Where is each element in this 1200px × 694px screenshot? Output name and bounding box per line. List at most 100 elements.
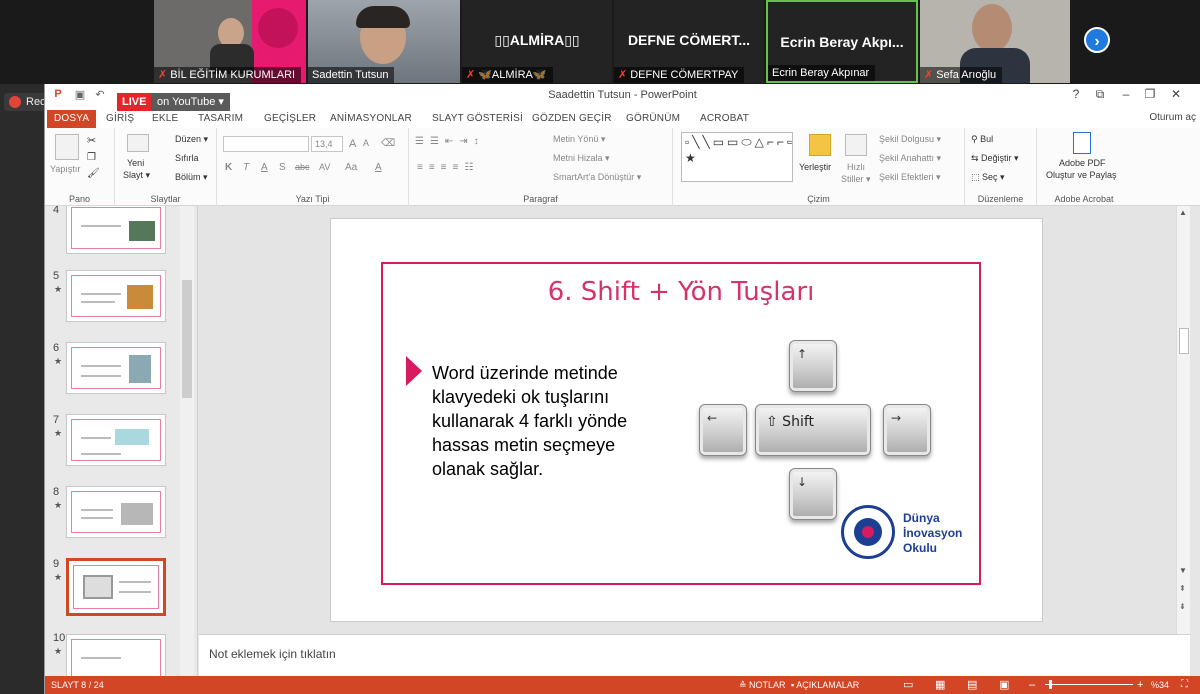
scrollbar-thumb[interactable]	[182, 280, 192, 398]
slide-title[interactable]: 6. Shift + Yön Tuşları	[383, 277, 979, 307]
grow-font-icon[interactable]: A	[349, 138, 356, 150]
youtube-stream-button[interactable]: on YouTube ▾	[151, 93, 230, 111]
next-slide-icon[interactable]: ⇟	[1179, 602, 1186, 611]
slide-thumbnail[interactable]	[66, 486, 166, 538]
slide-thumbnail[interactable]	[66, 414, 166, 466]
new-slide-dropdown[interactable]: Slayt ▾	[123, 170, 150, 181]
shape-outline-button[interactable]: Şekil Anahattı ▾	[879, 153, 941, 164]
participant-tile[interactable]: DEFNE CÖMERT... ✗ DEFNE CÖMERTPAY	[614, 0, 764, 83]
shapes-gallery[interactable]: ▫╲╲▭▭⬭△⌐⌐⇨⇩▱▯╮╭⌒{}★	[681, 132, 793, 182]
tab-dosya[interactable]: DOSYA	[47, 110, 97, 128]
tab-tasarim[interactable]: TASARIM	[191, 110, 250, 128]
participant-tile[interactable]: ✗ BİL EĞİTİM KURUMLARI	[154, 0, 306, 83]
replace-button[interactable]: ⇆ Değiştir ▾	[971, 153, 1019, 164]
adobe-pdf-icon[interactable]	[1073, 132, 1091, 154]
notes-button[interactable]: ≙ NOTLAR	[739, 676, 786, 694]
arrange-button[interactable]: Yerleştir	[799, 162, 831, 172]
font-color-button[interactable]: A	[375, 162, 382, 173]
tab-gorunum[interactable]: GÖRÜNÜM	[619, 110, 687, 128]
tab-gozden-gecir[interactable]: GÖZDEN GEÇİR	[525, 110, 619, 128]
slide-sorter-icon[interactable]: ▦	[935, 676, 945, 694]
arrange-icon[interactable]	[809, 134, 831, 156]
italic-button[interactable]: T	[243, 162, 249, 173]
tab-acrobat[interactable]: ACROBAT	[693, 110, 756, 128]
copy-icon[interactable]: ❐	[87, 152, 96, 163]
live-badge[interactable]: LIVE	[117, 93, 152, 111]
zoom-in-icon[interactable]: +	[1137, 676, 1143, 694]
reset-button[interactable]: Sıfırla	[175, 153, 199, 163]
bold-button[interactable]: K	[225, 162, 232, 173]
shadow-button[interactable]: S	[279, 162, 286, 173]
select-button[interactable]: ⬚ Seç ▾	[971, 172, 1005, 183]
ribbon-options-button[interactable]: ⧉	[1089, 87, 1111, 102]
animation-star-icon: ★	[54, 428, 63, 438]
minimize-button[interactable]: –	[1115, 87, 1137, 101]
participant-tile[interactable]: ✗ Sefa Arıoğlu	[920, 0, 1070, 83]
participant-tile[interactable]: ▯▯ALMİRA▯▯ ✗ 🦋ALMİRA🦋	[462, 0, 612, 83]
participant-tile-active[interactable]: Ecrin Beray Akpı... Ecrin Beray Akpınar	[766, 0, 918, 83]
find-button[interactable]: ⚲ Bul	[971, 134, 993, 145]
quick-styles-button[interactable]: Hızlı	[847, 162, 865, 172]
reading-view-icon[interactable]: ▤	[967, 676, 977, 694]
shape-fill-button[interactable]: Şekil Dolgusu ▾	[879, 134, 941, 145]
paste-icon[interactable]	[55, 134, 79, 160]
notes-pane[interactable]: Not eklemek için tıklatın	[199, 634, 1190, 676]
close-button[interactable]: ✕	[1165, 87, 1187, 101]
underline-button[interactable]: A	[261, 162, 268, 173]
tab-ekle[interactable]: EKLE	[145, 110, 185, 128]
slide-thumbnail[interactable]	[66, 342, 166, 394]
paste-button[interactable]: Yapıştır	[50, 164, 80, 174]
tab-animasyonlar[interactable]: ANİMASYONLAR	[323, 110, 419, 128]
clear-format-icon[interactable]: ⌫	[381, 138, 395, 149]
font-name-combo[interactable]	[223, 136, 309, 152]
thumbnail-scrollbar[interactable]	[180, 206, 194, 676]
scroll-up-icon[interactable]: ▲	[1179, 208, 1187, 217]
scroll-down-icon[interactable]: ▼	[1179, 566, 1187, 575]
smartart-button[interactable]: SmartArt'a Dönüştür ▾	[553, 172, 641, 183]
strikethrough-button[interactable]: abc	[295, 162, 310, 172]
zoom-out-icon[interactable]: –	[1029, 676, 1035, 694]
slide[interactable]: 6. Shift + Yön Tuşları Word üzerinde met…	[330, 218, 1043, 622]
change-case-button[interactable]: Aa	[345, 162, 357, 173]
slide-thumbnail[interactable]	[66, 634, 166, 676]
tab-slayt-gosterisi[interactable]: SLAYT GÖSTERİSİ	[425, 110, 530, 128]
quick-styles-icon[interactable]	[845, 134, 867, 156]
slideshow-icon[interactable]: ▣	[999, 676, 1009, 694]
previous-slide-icon[interactable]: ⇞	[1179, 584, 1186, 593]
fit-slide-icon[interactable]: ⛶	[1181, 676, 1188, 694]
section-button[interactable]: Bölüm ▾	[175, 172, 208, 183]
new-slide-button[interactable]: Yeni	[127, 158, 144, 168]
quick-styles-dropdown[interactable]: Stiller ▾	[841, 174, 871, 185]
help-button[interactable]: ?	[1065, 87, 1087, 101]
normal-view-icon[interactable]: ▭	[903, 676, 913, 694]
zoom-level[interactable]: %34	[1151, 676, 1169, 694]
next-page-icon[interactable]: ›	[1084, 27, 1110, 53]
char-spacing-button[interactable]: AV	[319, 162, 330, 172]
layout-button[interactable]: Düzen ▾	[175, 134, 208, 145]
slide-thumbnail-selected[interactable]	[66, 558, 166, 616]
sign-in-link[interactable]: Oturum aç	[1149, 112, 1196, 123]
align-icons[interactable]: ≡≡≡≡☷	[417, 162, 479, 173]
new-slide-icon[interactable]	[127, 134, 149, 152]
maximize-button[interactable]: ❐	[1139, 87, 1161, 101]
zoom-slider-thumb[interactable]	[1049, 680, 1052, 689]
align-text-button[interactable]: Metni Hizala ▾	[553, 153, 610, 164]
scrollbar-thumb[interactable]	[1179, 328, 1189, 354]
slide-body-text[interactable]: Word üzerinde metinde klavyedeki ok tuşl…	[432, 361, 672, 481]
format-painter-icon[interactable]: 🖌	[87, 168, 100, 179]
text-direction-button[interactable]: Metin Yönü ▾	[553, 134, 605, 145]
comments-button[interactable]: ▪ AÇIKLAMALAR	[791, 676, 859, 694]
adobe-pdf-button[interactable]: Adobe PDF	[1059, 158, 1106, 168]
list-icons[interactable]: ☰☰⇤⇥↕	[415, 136, 485, 147]
participant-tile[interactable]: Sadettin Tutsun	[308, 0, 460, 83]
cut-icon[interactable]: ✂	[87, 134, 96, 147]
tab-gecisler[interactable]: GEÇİŞLER	[257, 110, 323, 128]
shrink-font-icon[interactable]: A	[363, 138, 369, 148]
tab-giris[interactable]: GİRİŞ	[99, 110, 141, 128]
slide-thumbnail[interactable]	[66, 270, 166, 322]
shape-effects-button[interactable]: Şekil Efektleri ▾	[879, 172, 941, 183]
slide-thumbnail[interactable]	[66, 206, 166, 254]
font-size-combo[interactable]: 13,4	[311, 136, 343, 152]
zoom-slider[interactable]	[1045, 684, 1133, 685]
slide-scrollbar[interactable]: ▲ ▼ ⇞ ⇟	[1176, 206, 1190, 634]
